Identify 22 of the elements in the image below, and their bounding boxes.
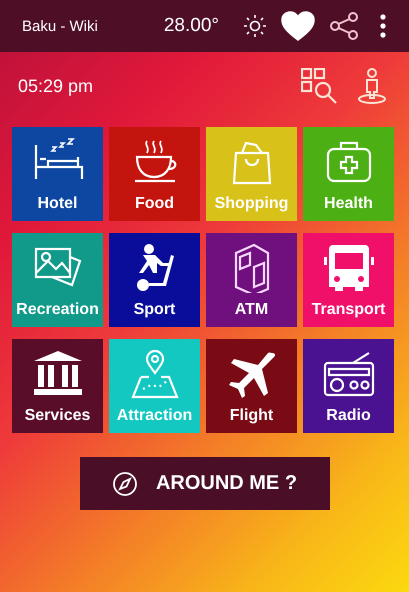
- temperature: 28.00°: [164, 15, 219, 37]
- category-tile[interactable]: Hotel: [12, 127, 103, 221]
- person-pin-icon[interactable]: [357, 68, 387, 104]
- compass-icon: [112, 470, 138, 496]
- bus-icon: [322, 243, 374, 293]
- category-tile[interactable]: Radio: [303, 339, 394, 433]
- radio-icon: [322, 349, 374, 399]
- category-tile[interactable]: Food: [109, 127, 200, 221]
- category-tile[interactable]: Flight: [206, 339, 297, 433]
- category-tile[interactable]: ATM: [206, 233, 297, 327]
- sun-icon: [243, 14, 267, 38]
- qr-search-icon[interactable]: [301, 68, 339, 104]
- category-tile[interactable]: Services: [12, 339, 103, 433]
- more-menu-icon[interactable]: [379, 14, 387, 38]
- app-title: Baku - Wiki: [22, 18, 99, 34]
- clock-time: 05:29 pm: [18, 76, 94, 96]
- category-tile[interactable]: Transport: [303, 233, 394, 327]
- map-pin-icon: [128, 349, 180, 399]
- share-icon[interactable]: [329, 12, 359, 40]
- heart-icon[interactable]: [281, 11, 315, 41]
- around-me-button[interactable]: AROUND ME ?: [80, 457, 330, 510]
- category-tile[interactable]: Sport: [109, 233, 200, 327]
